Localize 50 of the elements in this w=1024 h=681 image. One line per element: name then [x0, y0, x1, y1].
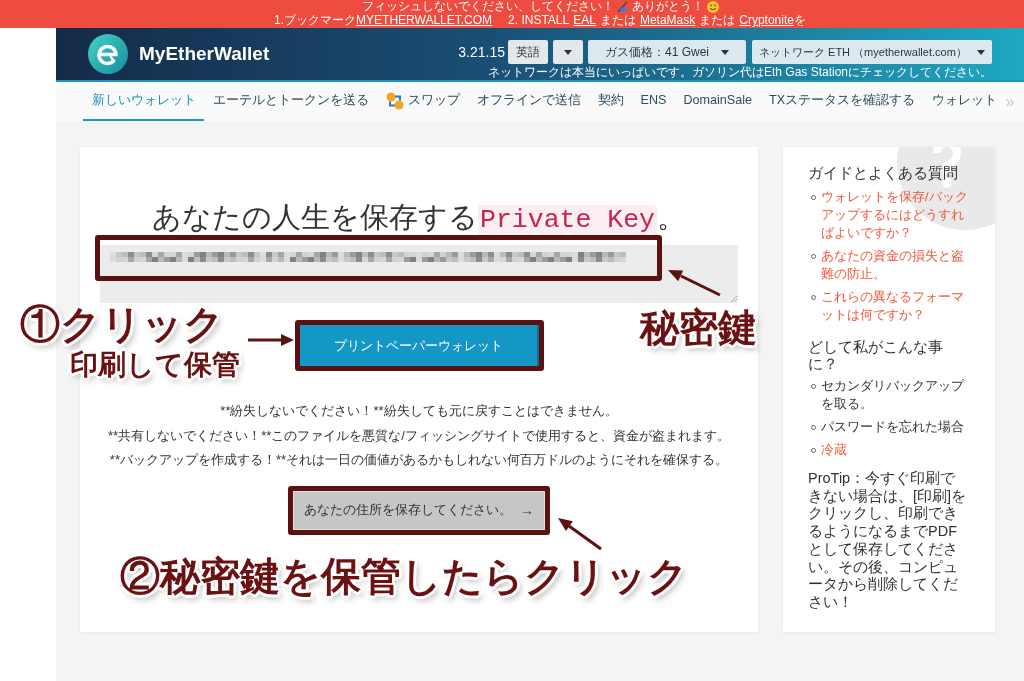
- install-link[interactable]: Cryptonite: [739, 13, 794, 27]
- warning-text: **紛失しないでください！**紛失しても元に戻すことはできません。: [220, 402, 618, 420]
- step-one-note: 印刷して保管: [70, 349, 240, 381]
- language-button[interactable]: 英語: [508, 40, 548, 64]
- network-dropdown[interactable]: ネットワーク ETH （myetherwallet.com）: [752, 40, 992, 64]
- logo-icon: [88, 34, 128, 74]
- private-key-field[interactable]: [100, 245, 738, 303]
- notice-text: ありがとう！: [631, 0, 704, 13]
- help-link[interactable]: 冷蔵: [821, 441, 971, 459]
- dropdown-button[interactable]: [553, 40, 583, 64]
- help-link[interactable]: これらの異なるフォーマットは何ですか？: [821, 288, 971, 324]
- step-two-label: ②秘密鍵を保管したらクリック: [120, 554, 688, 598]
- install-link[interactable]: EAL: [573, 13, 596, 27]
- caret-down-icon: [564, 49, 572, 55]
- network-notice: ネットワークは本当にいっぱいです。ガソリン代はEth Gas Stationにチェックしてください。: [487, 65, 992, 79]
- nav-tab[interactable]: エーテルとトークンを送る: [204, 82, 377, 121]
- step-one-label: ①クリック: [20, 301, 224, 347]
- fishing-rod-icon: [616, 0, 629, 13]
- warning-text: **共有しないでください！**このファイルを悪質な/フィッシングサイトで使用すると、資金が盗まれます。: [108, 426, 730, 445]
- private-key-label: 秘密鍵: [640, 309, 757, 347]
- caret-down-icon: [977, 49, 985, 55]
- nav-tab[interactable]: スワップ: [377, 82, 468, 121]
- nav-tab[interactable]: ウォレット: [923, 82, 1006, 121]
- nav-tab[interactable]: DomainSale: [674, 82, 761, 121]
- save-address-button[interactable]: あなたの住所を保存してください。 →: [293, 490, 545, 530]
- help-text: セカンダリバックアップを取る。: [821, 377, 966, 413]
- page-heading: あなたの人生を保存する Private Key。: [152, 200, 686, 235]
- protip-text: ProTip：今すぐ印刷できない場合は、[印刷]をクリックし、印刷できるようになるまでPDFとして保存してください。その後、コンピュータから削除してください！: [808, 470, 968, 612]
- warning-text: **バックアップを作成する！**それは一日の価値があるかもしれない何百万ドルのようにそれを確保する。: [109, 451, 729, 469]
- sidebar-heading: ガイドとよくある質問: [808, 163, 959, 183]
- smiley-icon: [706, 0, 719, 13]
- nav-tab[interactable]: 契約: [589, 82, 632, 121]
- gas-price-dropdown[interactable]: ガス価格：41 Gwei: [588, 40, 746, 64]
- version-text: 3.21.15: [458, 43, 505, 62]
- help-text: パスワードを忘れた場合: [821, 418, 965, 436]
- callout-arrow: [248, 333, 294, 347]
- install-link[interactable]: MetaMask: [639, 13, 696, 27]
- resize-handle-icon[interactable]: [731, 296, 737, 302]
- help-link[interactable]: あなたの資金の損失と盗難の防止。: [821, 247, 971, 283]
- help-link[interactable]: ウォレットを保存/バックアップするにはどうすればよいですか？: [821, 188, 971, 242]
- caret-down-icon: [721, 49, 729, 55]
- swap-icon: [385, 91, 404, 110]
- install-instructions: 1.ブックマーク MYETHERWALLET.COM 2. INSTALL EAL または MetaMask または Cryptoniteを: [274, 13, 806, 28]
- install-link[interactable]: MYETHERWALLET.COM: [356, 13, 493, 27]
- sidebar-heading: どして私がこんな事に？: [808, 338, 944, 372]
- nav-tab[interactable]: ENS: [632, 82, 675, 121]
- brand-name: MyEtherWallet: [139, 41, 270, 66]
- notice-text: フィッシュしないでください、してください！: [361, 0, 614, 13]
- nav-tab[interactable]: オフラインで送信: [468, 82, 589, 121]
- nav-tab[interactable]: TXステータスを確認する: [760, 82, 924, 121]
